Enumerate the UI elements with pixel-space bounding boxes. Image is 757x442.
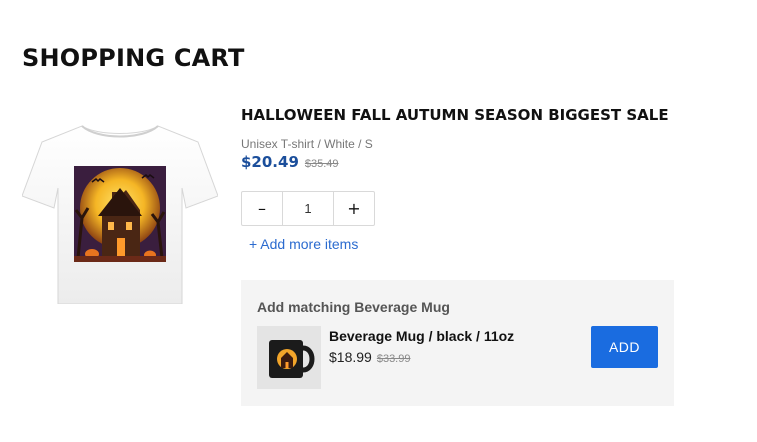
tshirt-image <box>21 125 219 305</box>
upsell-product-name[interactable]: Beverage Mug / black / 11oz <box>329 328 514 344</box>
product-compare-price: $35.49 <box>304 158 339 170</box>
quantity-input[interactable] <box>282 192 334 225</box>
quantity-stepper: – + <box>241 191 375 226</box>
upsell-heading: Add matching Beverage Mug <box>257 299 450 315</box>
upsell-product-image[interactable] <box>257 326 321 389</box>
product-price-row: $20.49 $35.49 <box>241 153 339 171</box>
product-image-tshirt[interactable] <box>21 118 219 305</box>
upsell-compare-price: $33.99 <box>376 353 411 365</box>
mug-image <box>257 326 321 389</box>
upsell-panel: Add matching Beverage Mug Beverage Mug /… <box>241 280 674 406</box>
decrease-quantity-button[interactable]: – <box>242 192 282 225</box>
page-title: SHOPPING CART <box>22 44 245 72</box>
product-variant: Unisex T-shirt / White / S <box>241 137 373 151</box>
upsell-price-row: $18.99 $33.99 <box>329 349 410 365</box>
shopping-cart-page: SHOPPING CART HALLOWEEN FALL AUTUMN SEAS… <box>0 0 757 442</box>
add-upsell-button[interactable]: ADD <box>591 326 658 368</box>
increase-quantity-button[interactable]: + <box>334 192 374 225</box>
product-price: $20.49 <box>241 153 299 171</box>
upsell-price: $18.99 <box>329 349 372 365</box>
add-more-items-link[interactable]: + Add more items <box>249 236 358 252</box>
product-title[interactable]: HALLOWEEN FALL AUTUMN SEASON BIGGEST SAL… <box>241 106 669 124</box>
